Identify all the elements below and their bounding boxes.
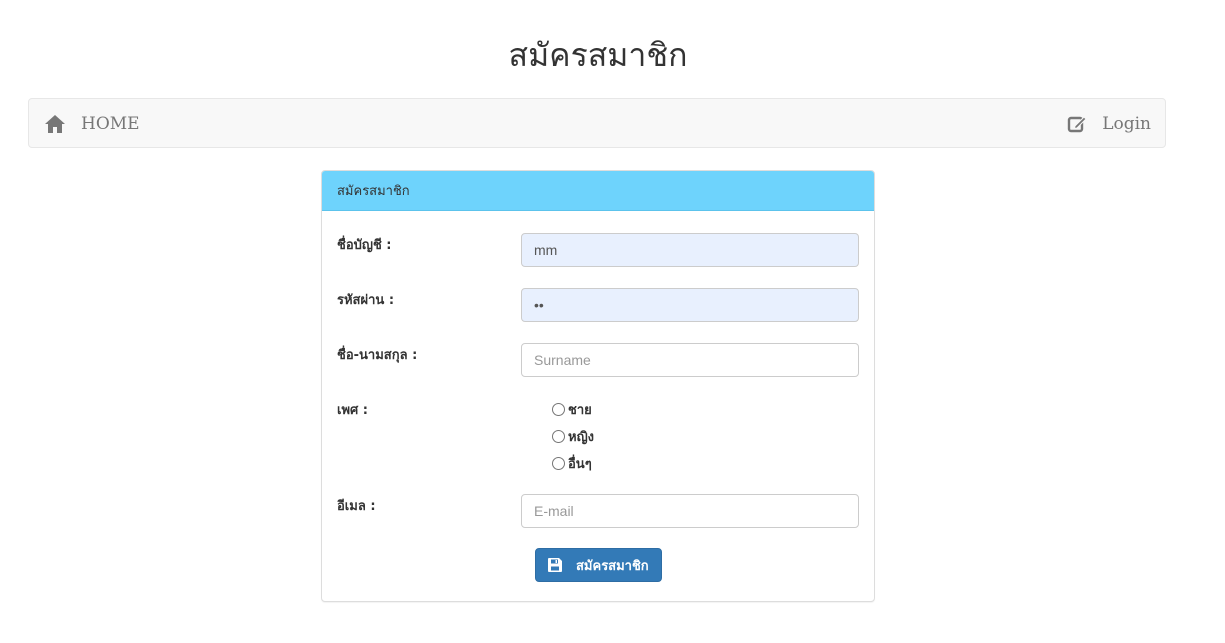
nav-home-label: HOME: [81, 114, 140, 134]
gender-radio-female[interactable]: [552, 430, 565, 443]
panel-heading: สมัครสมาชิก: [322, 171, 874, 211]
gender-option-other[interactable]: อื่นๆ: [552, 453, 592, 474]
register-panel: สมัครสมาชิก ชื่อบัญชี : รหัสผ่าน : ชื่อ-…: [321, 170, 875, 602]
gender-radio-other[interactable]: [552, 457, 565, 470]
password-input[interactable]: [521, 288, 859, 322]
username-input[interactable]: [521, 233, 859, 267]
edit-icon: [1067, 114, 1087, 134]
gender-option-label: หญิง: [568, 430, 594, 445]
page-title: สมัครสมาชิก: [508, 36, 688, 74]
fullname-label: ชื่อ-นามสกุล :: [337, 348, 418, 363]
fullname-input[interactable]: [521, 343, 859, 377]
navbar: HOME Login: [28, 98, 1166, 148]
nav-login-label: Login: [1102, 114, 1151, 134]
register-button[interactable]: สมัครสมาชิก: [535, 548, 662, 582]
username-label: ชื่อบัญชี :: [337, 238, 392, 253]
floppy-disk-icon: [548, 558, 562, 572]
gender-option-label: อื่นๆ: [568, 457, 592, 472]
nav-login-link[interactable]: Login: [1067, 99, 1151, 149]
email-input[interactable]: [521, 494, 859, 528]
password-label: รหัสผ่าน :: [337, 293, 395, 308]
email-label: อีเมล :: [337, 499, 376, 514]
gender-label: เพศ :: [337, 403, 368, 418]
gender-option-female[interactable]: หญิง: [552, 426, 594, 447]
gender-option-male[interactable]: ชาย: [552, 399, 592, 420]
register-button-label: สมัครสมาชิก: [576, 558, 649, 574]
gender-option-label: ชาย: [568, 403, 592, 418]
nav-home-link[interactable]: HOME: [44, 99, 140, 149]
home-icon: [44, 114, 66, 134]
gender-radio-male[interactable]: [552, 403, 565, 416]
